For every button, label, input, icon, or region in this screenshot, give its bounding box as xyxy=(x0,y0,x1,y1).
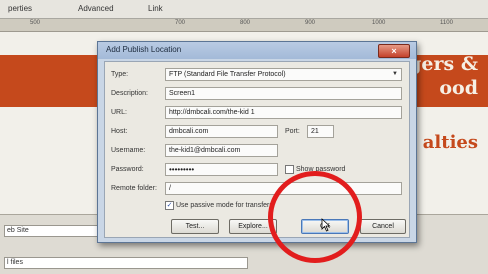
ruler-tick: 1100 xyxy=(440,20,453,26)
port-label: Port: xyxy=(285,128,300,135)
host-label: Host: xyxy=(111,128,128,135)
type-select-value: FTP (Standard File Transfer Protocol) xyxy=(169,71,286,78)
mouse-cursor-icon xyxy=(321,218,331,232)
url-label: URL: xyxy=(111,109,127,116)
ruler-tick: 700 xyxy=(175,20,186,26)
host-input[interactable]: dmbcali.com xyxy=(165,125,278,138)
chevron-down-icon: ▼ xyxy=(392,71,398,77)
dialog-titlebar[interactable]: Add Publish Location × xyxy=(98,42,416,59)
red-annotation-circle xyxy=(268,171,362,263)
ruler-tick: 800 xyxy=(240,20,251,26)
passive-mode-label: Use passive mode for transfers xyxy=(176,202,273,209)
type-select[interactable]: FTP (Standard File Transfer Protocol) ▼ xyxy=(165,68,402,81)
tab-properties[interactable]: perties xyxy=(8,4,32,13)
tab-advanced[interactable]: Advanced xyxy=(78,4,114,13)
horizontal-ruler: 500 700 800 900 1000 1100 xyxy=(0,19,488,32)
cancel-button[interactable]: Cancel xyxy=(360,219,406,234)
ruler-tick: 1000 xyxy=(372,20,386,26)
url-input[interactable]: http://dmbcali.com/the-kid 1 xyxy=(165,106,402,119)
banner-text-2: ood xyxy=(439,77,478,99)
ruler-tick: 900 xyxy=(305,20,316,26)
port-input[interactable]: 21 xyxy=(307,125,334,138)
passive-mode-checkbox[interactable]: ✓ xyxy=(165,201,174,210)
password-input[interactable]: ••••••••• xyxy=(165,163,278,176)
description-input[interactable]: Screen1 xyxy=(165,87,402,100)
remote-folder-label: Remote folder: xyxy=(111,185,157,192)
add-publish-location-dialog: Add Publish Location × Type: FTP (Standa… xyxy=(97,41,417,243)
username-label: Username: xyxy=(111,147,146,154)
dialog-body: Type: FTP (Standard File Transfer Protoc… xyxy=(104,61,410,238)
test-button[interactable]: Test... xyxy=(171,219,219,234)
dialog-title: Add Publish Location xyxy=(106,45,182,54)
banner-text-1: gers & xyxy=(408,53,478,75)
heading-text: alties xyxy=(422,132,478,153)
description-label: Description: xyxy=(111,90,148,97)
username-input[interactable]: the-kid1@dmbcali.com xyxy=(165,144,278,157)
ruler-tick: 500 xyxy=(30,20,41,26)
show-password-checkbox[interactable] xyxy=(285,165,294,174)
type-label: Type: xyxy=(111,71,129,78)
password-label: Password: xyxy=(111,166,144,173)
close-button[interactable]: × xyxy=(378,44,410,58)
tab-link[interactable]: Link xyxy=(148,4,163,13)
files-field[interactable]: l files xyxy=(4,257,248,269)
properties-tabs: perties Advanced Link xyxy=(0,0,488,19)
